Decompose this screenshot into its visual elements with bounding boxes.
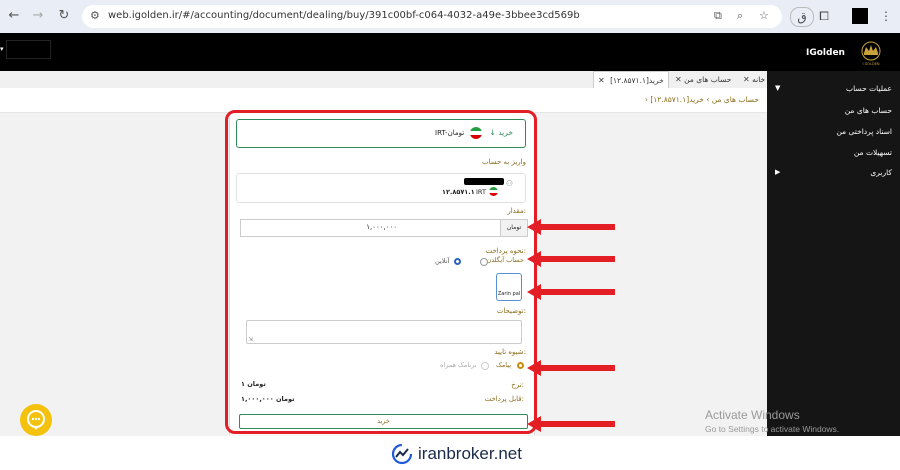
- install-app-icon[interactable]: ⧉: [714, 9, 722, 23]
- user-menu[interactable]: [6, 40, 51, 59]
- support-chat-button[interactable]: [20, 404, 52, 436]
- igolden-logo: I GOLDEN: [861, 41, 881, 66]
- account-avatar[interactable]: [852, 8, 868, 24]
- annotation-arrow-confirm: [527, 360, 615, 376]
- back-icon[interactable]: ←: [6, 8, 22, 24]
- logo-caption: I GOLDEN: [862, 62, 879, 66]
- tab-home[interactable]: ✕ خانه: [736, 71, 769, 88]
- forward-icon[interactable]: →: [30, 8, 46, 24]
- annotation-arrow-payment: [527, 251, 615, 267]
- annotation-arrow-submit: [527, 416, 615, 432]
- chat-bubble-icon: [27, 410, 45, 430]
- iranbroker-logo-icon: [391, 443, 413, 465]
- extensions-icon[interactable]: ⧠: [815, 7, 833, 25]
- sidebar-item-my-accounts[interactable]: حساب های من: [845, 106, 892, 115]
- app-header: ▾ IGolden I GOLDEN: [0, 33, 900, 71]
- tab-bar: ✕ خانه ✕ حساب های من ✕ خرید[۱۲.۸۵۷۱.۱]: [0, 71, 767, 89]
- tab-label: حساب های من: [684, 75, 732, 84]
- sidebar: عملیات حساب ▼ حساب های من اسناد پرداختی …: [767, 71, 900, 436]
- profile-icon[interactable]: ق: [790, 7, 814, 27]
- brand-name: IGolden: [806, 48, 845, 58]
- breadcrumb-text[interactable]: › حساب های من › خرید[۱۲.۸۵۷۱.۱]: [645, 95, 759, 104]
- section-caret-right-icon[interactable]: ▶: [775, 168, 780, 176]
- sidebar-section-user[interactable]: کاربری: [870, 168, 892, 177]
- close-icon[interactable]: ✕: [675, 75, 682, 84]
- bookmark-star-icon[interactable]: ☆: [759, 9, 769, 22]
- address-bar[interactable]: ⚙ web.igolden.ir/#/accounting/document/d…: [82, 5, 782, 28]
- profile-letter: ق: [797, 10, 807, 24]
- annotation-arrow-gateway: [527, 284, 615, 300]
- browser-chrome: ← → ↻ ⚙ web.igolden.ir/#/accounting/docu…: [0, 0, 900, 33]
- zoom-icon[interactable]: ⌕: [737, 9, 743, 23]
- tab-my-accounts[interactable]: ✕ حساب های من: [668, 71, 735, 88]
- annotation-arrow-amount: [527, 219, 615, 235]
- sidebar-section-account[interactable]: عملیات حساب: [846, 84, 892, 93]
- highlight-frame: [225, 110, 537, 434]
- watermark-subtitle: Go to Settings to activate Windows.: [705, 424, 840, 434]
- tab-buy[interactable]: ✕ خرید[۱۲.۸۵۷۱.۱]: [593, 71, 669, 89]
- tab-label: خرید[۱۲.۸۵۷۱.۱]: [610, 76, 664, 85]
- activation-watermark: Activate Windows Go to Settings to activ…: [705, 408, 839, 434]
- tab-label: خانه: [752, 75, 766, 84]
- iranbroker-site-name: iranbroker.net: [418, 444, 522, 463]
- reload-icon[interactable]: ↻: [56, 8, 72, 24]
- sidebar-item-facilities[interactable]: تسهیلات من: [854, 148, 892, 157]
- site-info-icon[interactable]: ⚙: [90, 9, 100, 22]
- watermark-title: Activate Windows: [705, 408, 800, 422]
- close-icon[interactable]: ✕: [598, 76, 605, 85]
- menu-dots-icon[interactable]: ⋮: [877, 7, 895, 25]
- sidebar-item-payment-documents[interactable]: اسناد پرداختی من: [836, 127, 892, 136]
- close-icon[interactable]: ✕: [743, 75, 750, 84]
- url-text[interactable]: web.igolden.ir/#/accounting/document/dea…: [108, 10, 580, 21]
- user-dropdown-caret-icon[interactable]: ▾: [0, 45, 4, 53]
- section-caret-icon[interactable]: ▼: [775, 84, 780, 92]
